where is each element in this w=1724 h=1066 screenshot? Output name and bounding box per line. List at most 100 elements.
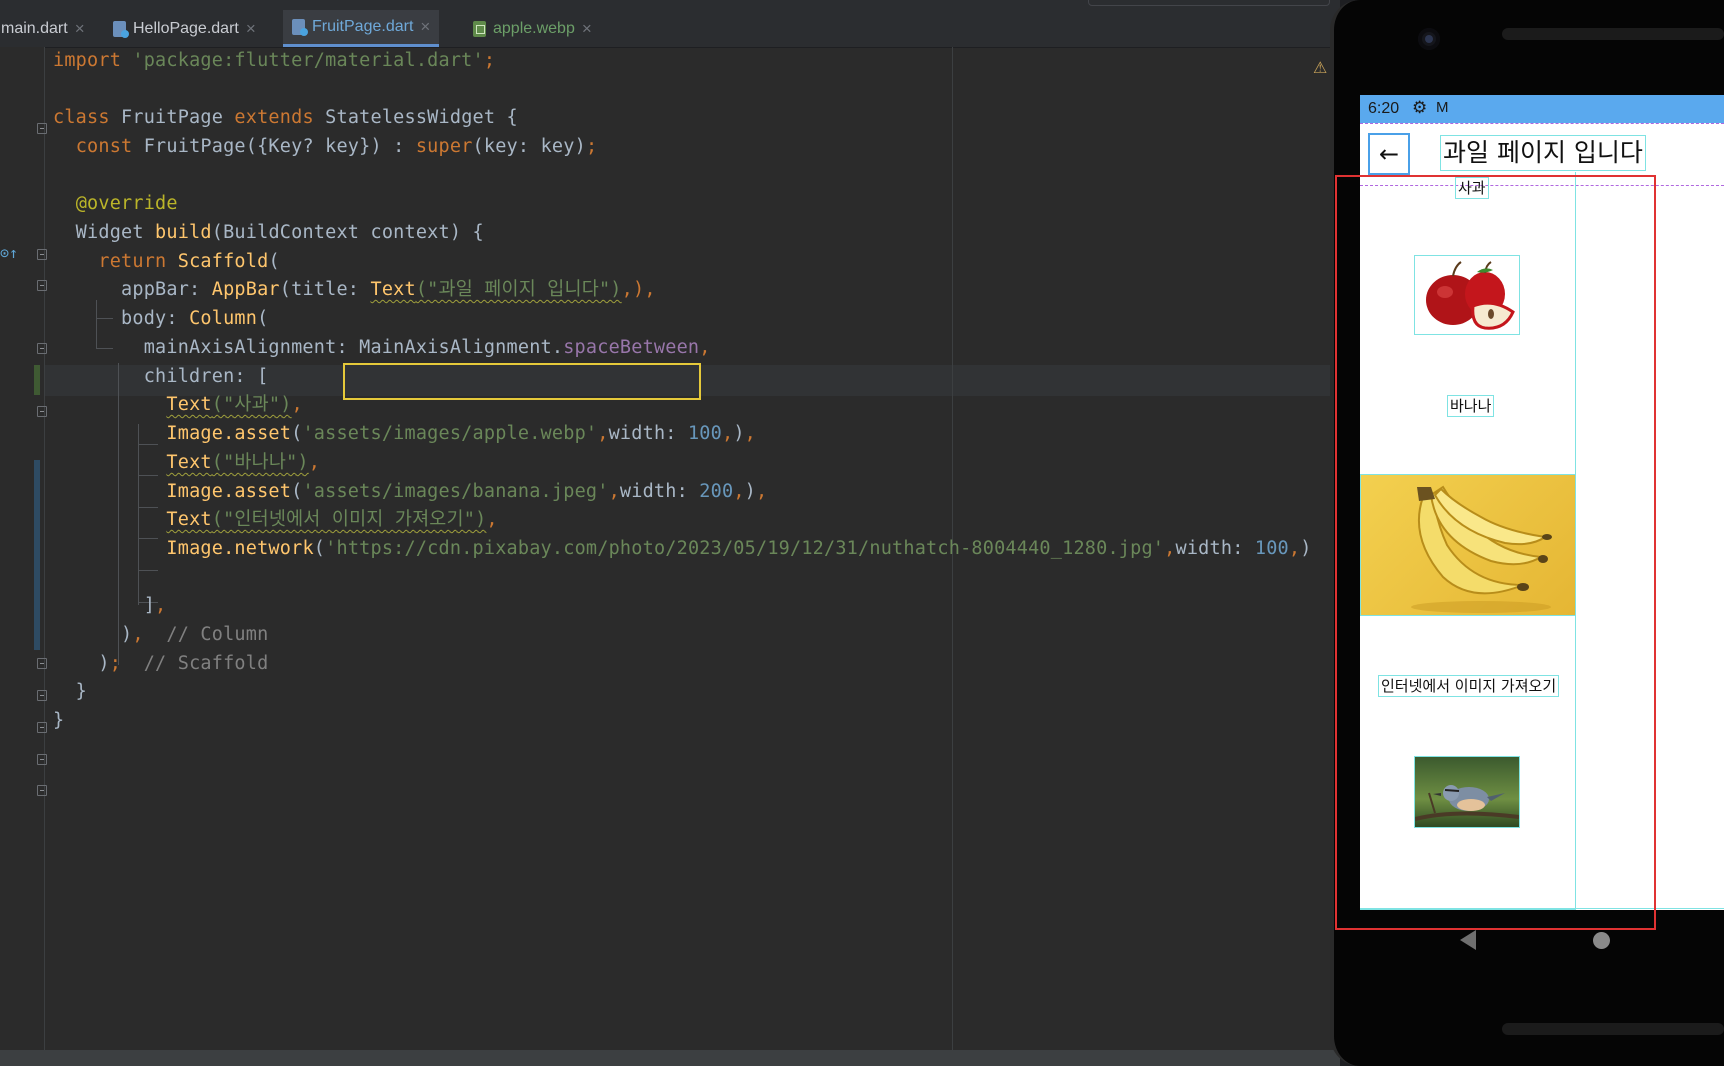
code-token: spaceBetween (563, 337, 700, 358)
fold-icon[interactable] (37, 785, 47, 796)
code-line[interactable]: return Scaffold( (53, 246, 280, 277)
close-icon[interactable]: × (420, 17, 430, 37)
code-line[interactable]: class FruitPage extends StatelessWidget … (53, 102, 518, 133)
indent-guide (138, 570, 158, 571)
tab-main-dart[interactable]: main.dart × (0, 10, 94, 47)
code-token: ("바나나") (211, 452, 309, 473)
fold-icon[interactable] (37, 722, 47, 733)
code-token: ) (744, 481, 756, 502)
code-token: FruitPage (121, 107, 235, 128)
code-line[interactable]: Text("인터넷에서 이미지 가져오기"), (53, 504, 498, 535)
code-line[interactable]: } (53, 676, 87, 707)
code-line[interactable]: ); // Scaffold (53, 648, 268, 679)
fold-icon[interactable] (37, 280, 47, 291)
code-token: ( (257, 308, 269, 329)
fold-icon[interactable] (37, 690, 47, 701)
code-token: Text (166, 452, 212, 473)
earpiece-speaker (1502, 28, 1724, 40)
code-line[interactable]: @override (53, 188, 178, 219)
code-token: (key: key) (472, 136, 586, 157)
code-line[interactable]: ), // Column (53, 619, 268, 650)
nav-home-icon[interactable] (1593, 932, 1610, 949)
code-token: AppBar (211, 279, 280, 300)
code-token: ( (268, 251, 280, 272)
vcs-change-marker[interactable] (34, 460, 40, 650)
code-token: body: (53, 308, 190, 329)
code-token: build (155, 222, 212, 243)
tab-apple-webp[interactable]: apple.webp × (464, 10, 601, 47)
code-token: width: (1175, 538, 1255, 559)
fold-icon[interactable] (37, 123, 47, 134)
dart-file-icon (292, 19, 308, 36)
fold-icon[interactable] (37, 658, 47, 669)
code-line[interactable]: Text("사과"), (53, 389, 303, 420)
code-token: return (98, 251, 178, 272)
code-token: super (415, 136, 473, 157)
code-token: Column (189, 308, 258, 329)
code-line[interactable]: ], (53, 590, 166, 621)
code-token: StatelessWidget { (325, 107, 518, 128)
code-line[interactable]: body: Column( (53, 303, 268, 334)
code-line[interactable]: import 'package:flutter/material.dart'; (53, 45, 495, 76)
tab-fruit-page[interactable]: FruitPage.dart × (283, 10, 440, 47)
code-line[interactable]: Image.asset('assets/images/apple.webp',w… (53, 418, 756, 449)
code-line[interactable]: Image.asset('assets/images/banana.jpeg',… (53, 476, 767, 507)
code-token: ( (313, 538, 326, 559)
code-token: class (53, 107, 122, 128)
fold-icon[interactable] (37, 754, 47, 765)
search-field-edge[interactable] (1088, 0, 1330, 6)
code-token: , (699, 337, 711, 358)
warning-icon[interactable]: ⚠ (1313, 58, 1327, 77)
code-token: } (53, 681, 88, 702)
code-line[interactable]: } (53, 705, 64, 736)
code-token: ( (291, 423, 303, 444)
code-line[interactable]: const FruitPage({Key? key}) : super(key:… (53, 131, 597, 162)
tab-hello-page[interactable]: HelloPage.dart × (104, 10, 265, 47)
override-gutter-icon[interactable]: ⊙↑ (0, 244, 18, 262)
code-token: ; (585, 136, 598, 157)
code-token: 100 (687, 423, 722, 444)
code-token: ) (733, 423, 745, 444)
fold-icon[interactable] (37, 343, 47, 354)
fold-icon[interactable] (37, 406, 47, 417)
android-status-bar: 6:20 ⚙ M (1360, 95, 1724, 123)
code-token: , (1288, 538, 1301, 559)
code-line[interactable]: appBar: AppBar(title: Text("과일 페이지 입니다")… (53, 274, 656, 305)
back-button[interactable]: ← (1368, 133, 1410, 175)
tab-label: FruitPage.dart (312, 18, 414, 35)
code-token: ) (53, 653, 110, 674)
app-bar-title: 과일 페이지 입니다 (1440, 135, 1646, 171)
fold-icon[interactable] (37, 249, 47, 260)
nav-back-icon[interactable] (1460, 930, 1476, 950)
vcs-change-marker[interactable] (34, 365, 40, 395)
close-icon[interactable]: × (582, 19, 592, 39)
code-token: 'assets/images/apple.webp' (302, 423, 598, 444)
code-line[interactable]: Text("바나나"), (53, 447, 320, 478)
code-editor-window: main.dart × HelloPage.dart × FruitPage.d… (0, 0, 1340, 1066)
code-token: , (1164, 538, 1176, 559)
code-token: , (756, 481, 768, 502)
close-icon[interactable]: × (246, 19, 256, 39)
code-token: Scaffold (177, 251, 269, 272)
code-token: const (75, 136, 144, 157)
gutter-divider (44, 47, 45, 1050)
code-token: Text (166, 394, 212, 415)
code-line[interactable]: mainAxisAlignment: MainAxisAlignment.spa… (53, 332, 711, 363)
code-line[interactable]: Image.network('https://cdn.pixabay.com/p… (53, 533, 1312, 564)
close-icon[interactable]: × (75, 19, 85, 39)
code-line[interactable]: children: [ (53, 361, 269, 392)
code-token: // Scaffold (143, 653, 269, 674)
code-token: ; (109, 653, 144, 674)
code-token: width: (608, 423, 688, 444)
code-token: // Column (166, 624, 269, 645)
code-line[interactable]: Widget build(BuildContext context) { (53, 217, 484, 248)
code-token: children: [ (53, 366, 269, 387)
code-token: , (486, 509, 498, 530)
code-token: FruitPage({Key? key}) : (143, 136, 416, 157)
front-camera (1418, 28, 1440, 50)
